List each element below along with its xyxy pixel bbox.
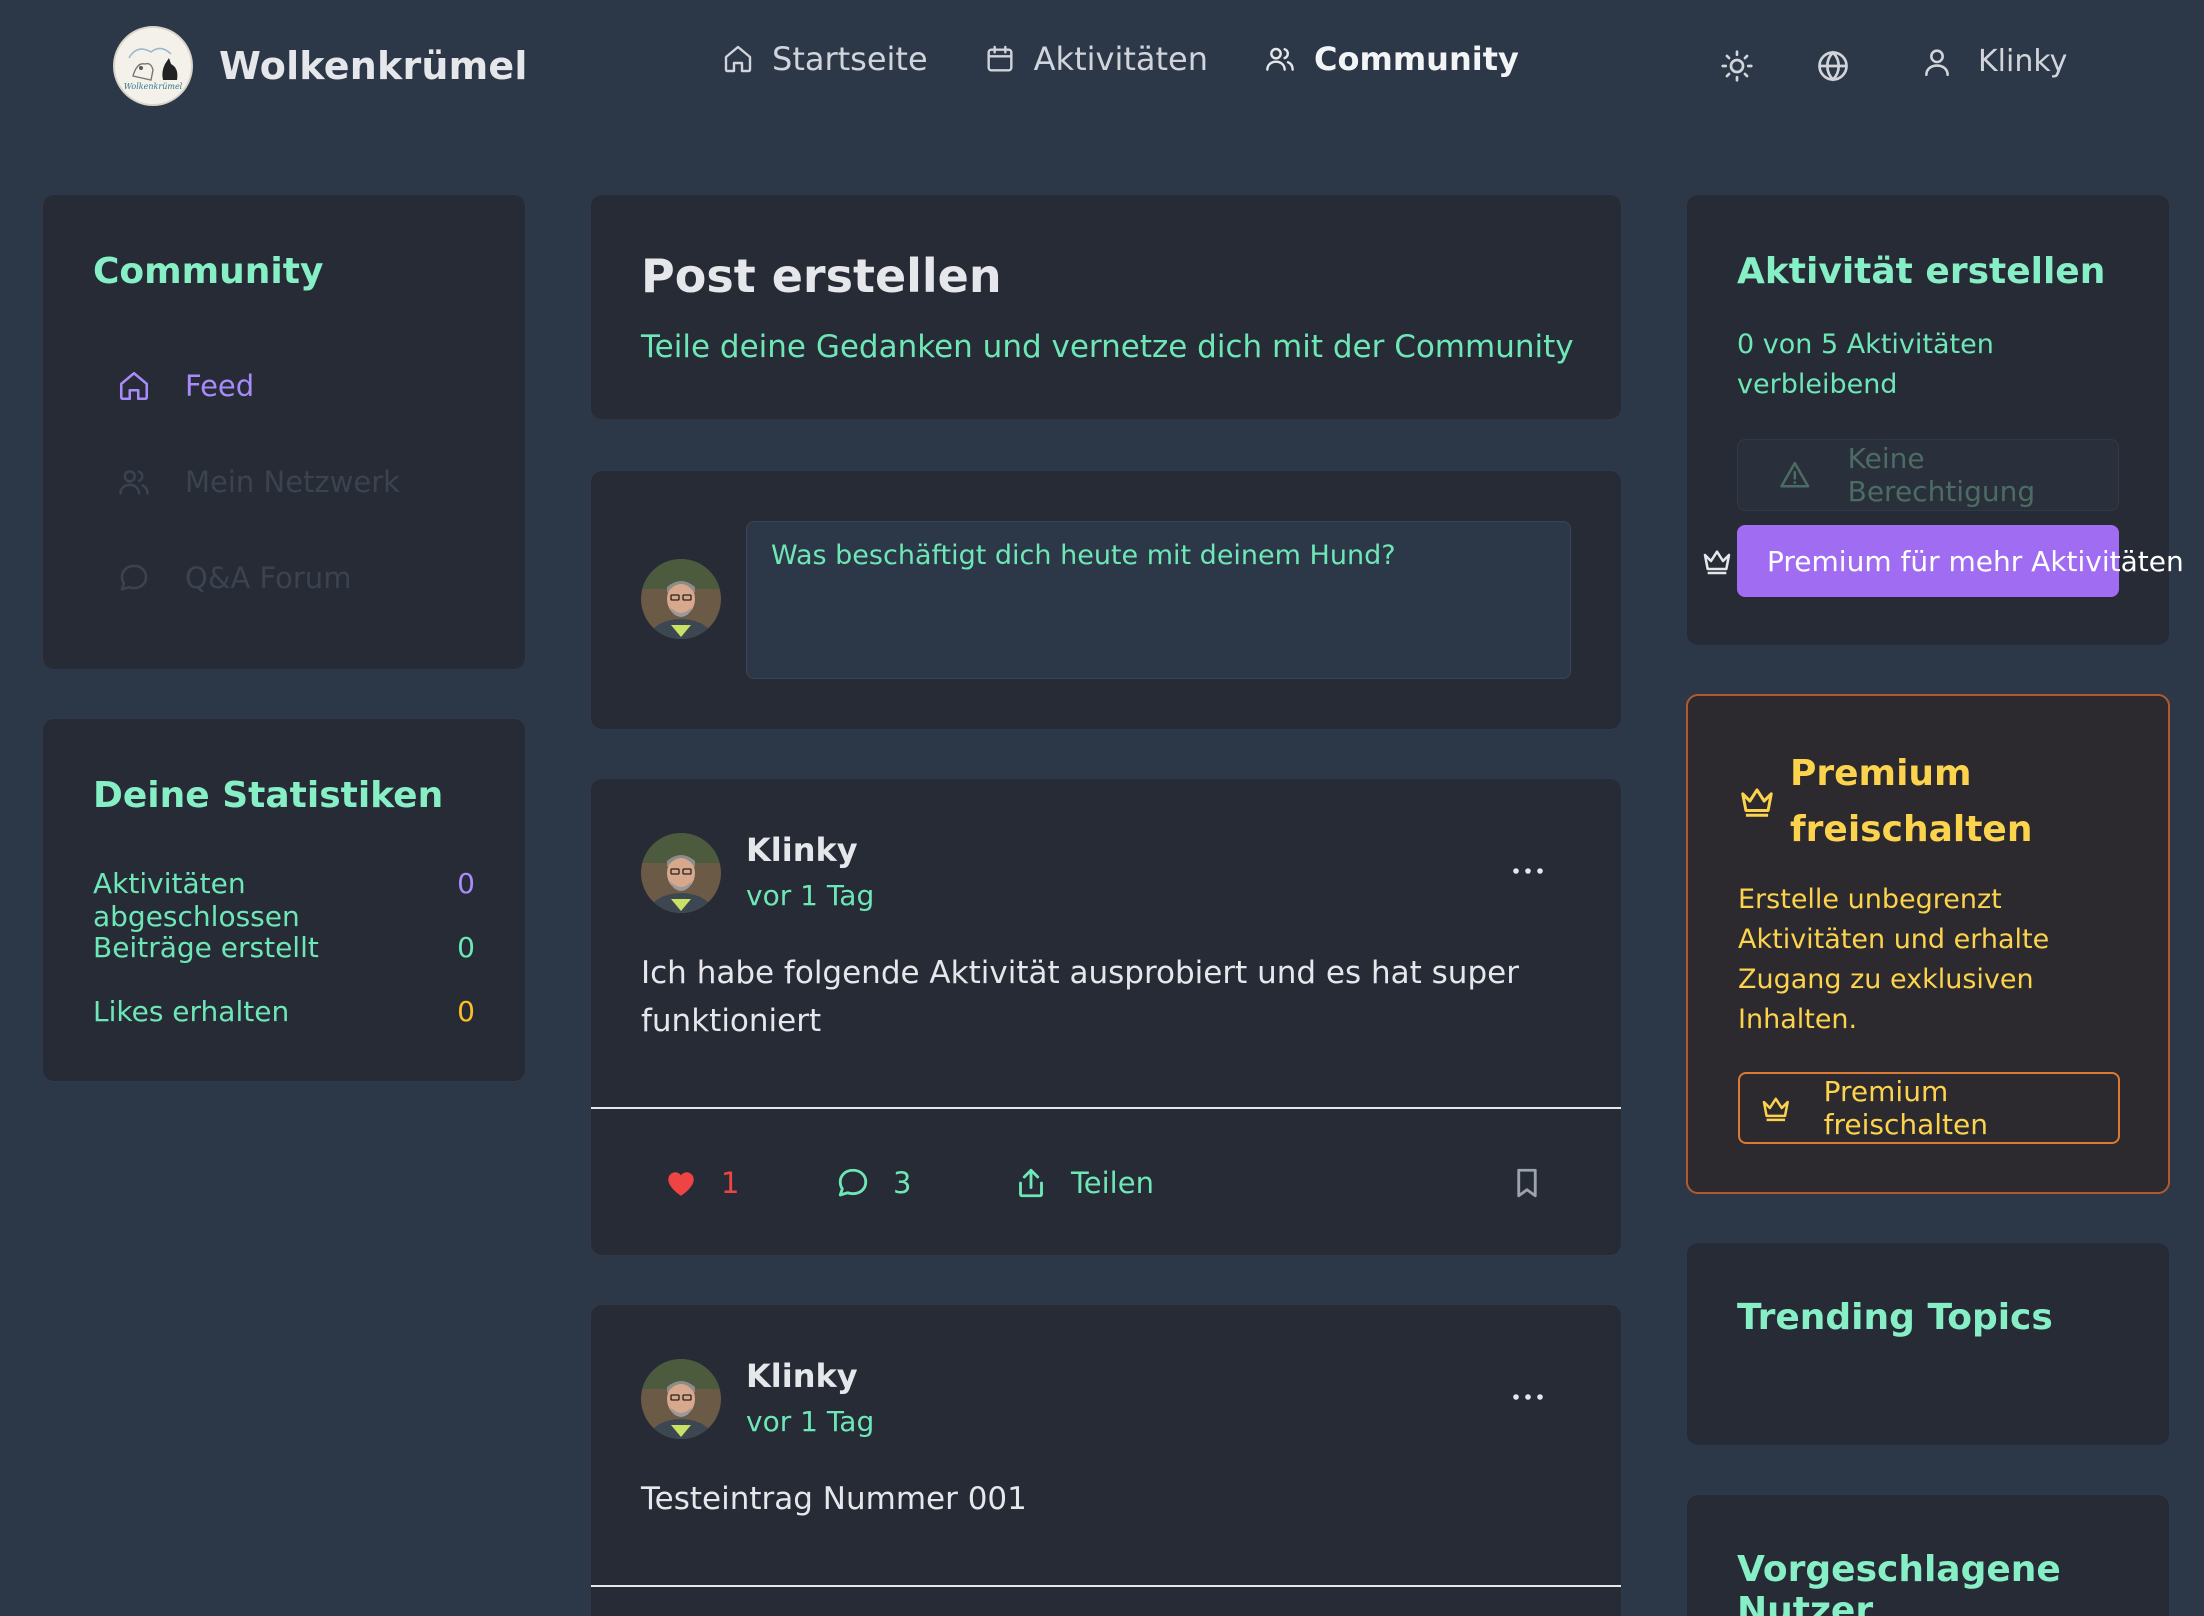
nav-aktivitaeten-label: Aktivitäten [1033, 40, 1209, 78]
bookmark-icon[interactable] [1509, 1165, 1545, 1201]
warning-icon [1780, 461, 1810, 488]
comment-icon [838, 1168, 868, 1197]
like-button[interactable]: 1 [663, 1165, 739, 1201]
users-icon [1266, 47, 1294, 71]
users-icon [119, 470, 149, 495]
create-post-header: Post erstellen Teile deine Gedanken und … [590, 194, 1622, 420]
create-activity-title: Aktivität erstellen [1737, 251, 2106, 292]
comment-count: 3 [893, 1166, 912, 1200]
stats-card: Deine Statistiken Aktivitäten abgeschlos… [42, 718, 526, 1082]
post-card: Klinky vor 1 Tag Testeintrag Nummer 001 [590, 1304, 1622, 1616]
sidebar-item-forum[interactable]: Q&A Forum [117, 561, 351, 595]
user-menu[interactable]: Klinky [1920, 44, 2067, 79]
stat-label: Beiträge erstellt [93, 931, 319, 964]
sidebar-item-label: Feed [185, 369, 255, 403]
premium-title: Premium freischalten [1790, 753, 2033, 850]
sidebar-item-label: Mein Netzwerk [185, 465, 400, 499]
post-composer [590, 470, 1622, 730]
sun-icon[interactable] [1719, 48, 1755, 84]
crown-icon [1762, 1097, 1789, 1122]
post-text: Testeintrag Nummer 001 [641, 1481, 1027, 1517]
premium-card: Premium freischalten Erstelle unbegrenzt… [1686, 694, 2170, 1194]
suggested-users-card: Vorgeschlagene Nutzer [1686, 1494, 2170, 1616]
more-options-icon[interactable] [1506, 1387, 1550, 1407]
sidebar-item-netzwerk[interactable]: Mein Netzwerk [117, 465, 400, 499]
avatar[interactable] [641, 833, 721, 913]
community-sidebar: Community Feed Mein Netzwerk Q&A Forum [42, 194, 526, 670]
comment-button[interactable]: 3 [835, 1165, 911, 1201]
no-permission-button[interactable]: Keine Berechtigung [1737, 439, 2119, 511]
nav-startseite-label: Startseite [772, 40, 928, 78]
top-navigation: Wolkenkrümel Wolkenkrümel Startseite Akt… [0, 0, 2204, 134]
activities-remaining: 0 von 5 Aktivitäten verbleibend [1737, 329, 1994, 400]
post-composer-input[interactable] [746, 521, 1571, 679]
avatar[interactable] [641, 1359, 721, 1439]
trending-topics-card: Trending Topics [1686, 1242, 2170, 1446]
no-permission-label: Keine Berechtigung [1847, 442, 2036, 508]
post-time: vor 1 Tag [746, 1405, 875, 1438]
globe-icon[interactable] [1815, 48, 1851, 84]
stat-row-activities: Aktivitäten abgeschlossen 0 [93, 867, 475, 933]
more-options-icon[interactable] [1506, 861, 1550, 881]
create-activity-card: Aktivität erstellen 0 von 5 Aktivitäten … [1686, 194, 2184, 646]
share-icon [1019, 1168, 1043, 1198]
post-divider [591, 1585, 1621, 1587]
nav-startseite[interactable]: Startseite [722, 40, 928, 78]
post-divider [591, 1107, 1621, 1109]
stat-value: 0 [457, 867, 475, 900]
post-time: vor 1 Tag [746, 879, 875, 912]
premium-more-activities-label: Premium für mehr Aktivitäten [1767, 544, 2184, 578]
premium-more-activities-button[interactable]: Premium für mehr Aktivitäten [1737, 525, 2184, 597]
stat-value: 0 [457, 931, 475, 964]
premium-description: Erstelle unbegrenzt Aktivitäten und erha… [1738, 884, 2050, 1035]
avatar [641, 559, 721, 639]
chat-bubble-icon [120, 564, 148, 591]
nav-community[interactable]: Community [1264, 40, 1519, 78]
premium-unlock-button[interactable]: Premium freischalten [1738, 1072, 2120, 1144]
stat-label: Likes erhalten [93, 995, 290, 1028]
stat-row-likes: Likes erhalten 0 [93, 995, 475, 1028]
stats-title: Deine Statistiken [93, 775, 444, 816]
share-label: Teilen [1071, 1166, 1154, 1200]
user-name: Klinky [1978, 44, 2068, 79]
brand-logo-caption: Wolkenkrümel [123, 82, 183, 91]
page-subtitle: Teile deine Gedanken und vernetze dich m… [641, 329, 1574, 365]
post-author[interactable]: Klinky [746, 831, 858, 869]
calendar-icon [987, 45, 1013, 72]
suggested-title: Vorgeschlagene Nutzer [1737, 1549, 2061, 1616]
like-count: 1 [721, 1166, 740, 1200]
sidebar-item-feed[interactable]: Feed [117, 369, 254, 403]
post-author[interactable]: Klinky [746, 1357, 858, 1395]
crown-icon [1703, 550, 1731, 575]
brand-name: Wolkenkrümel [219, 44, 528, 88]
stat-label: Aktivitäten abgeschlossen [93, 867, 300, 933]
heart-icon [668, 1172, 694, 1196]
trending-title: Trending Topics [1737, 1297, 2053, 1338]
crown-icon [1741, 788, 1773, 817]
user-icon [1925, 48, 1949, 76]
nav-aktivitaeten[interactable]: Aktivitäten [984, 40, 1208, 78]
sidebar-title: Community [93, 251, 324, 292]
post-text: Ich habe folgende Aktivität ausprobiert … [641, 955, 1519, 1039]
home-icon [119, 371, 149, 401]
main-nav: Startseite Aktivitäten Community [722, 40, 1575, 78]
page-title: Post erstellen [641, 249, 1002, 303]
brand[interactable]: Wolkenkrümel Wolkenkrümel [113, 26, 528, 106]
stat-value: 0 [457, 995, 475, 1028]
share-button[interactable]: Teilen [1013, 1165, 1154, 1201]
brand-logo: Wolkenkrümel [113, 26, 193, 106]
home-icon [724, 45, 752, 73]
premium-unlock-label: Premium freischalten [1823, 1075, 1989, 1141]
post-card: Klinky vor 1 Tag Ich habe folgende Aktiv… [590, 778, 1622, 1256]
sidebar-item-label: Q&A Forum [185, 561, 352, 595]
nav-community-label: Community [1314, 40, 1519, 78]
stat-row-posts: Beiträge erstellt 0 [93, 931, 475, 964]
